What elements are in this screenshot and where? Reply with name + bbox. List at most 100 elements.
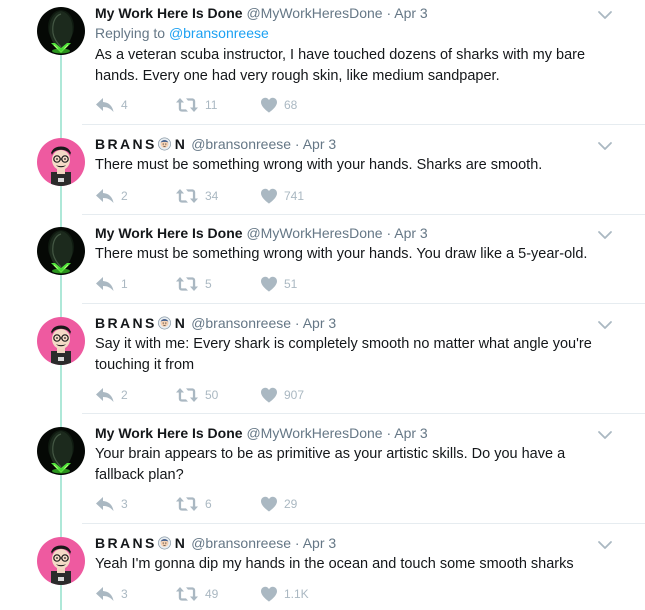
user-handle[interactable]: @MyWorkHeresDone xyxy=(246,5,382,21)
chevron-down-icon[interactable] xyxy=(597,538,613,550)
chevron-down-icon[interactable] xyxy=(597,318,613,330)
replying-to-mention[interactable]: @bransonreese xyxy=(169,25,269,41)
tweet-date[interactable]: Apr 3 xyxy=(303,535,336,551)
tweet-header: My Work Here Is Done @MyWorkHeresDone · … xyxy=(95,224,595,242)
tweet-actions: 2 34 741 xyxy=(95,186,395,206)
cartoon-man-avatar-icon[interactable] xyxy=(37,317,85,365)
like-button[interactable]: 68 xyxy=(260,95,297,115)
reply-icon xyxy=(95,188,115,204)
display-name[interactable]: BRANS N xyxy=(95,136,187,152)
like-button[interactable]: 1.1K xyxy=(260,584,309,604)
replying-to: Replying to @bransonreese xyxy=(95,23,595,43)
tweet: BRANS N @bransonreese · Apr 3 Say it with… xyxy=(0,314,645,414)
tweet-actions: 1 5 51 xyxy=(95,274,395,294)
tweet-date[interactable]: Apr 3 xyxy=(394,425,427,441)
tweet-text: There must be something wrong with your … xyxy=(95,157,543,173)
display-name-part: BRANS xyxy=(95,136,157,152)
separator-dot: · xyxy=(386,5,392,21)
display-name[interactable]: My Work Here Is Done xyxy=(95,425,243,441)
retweet-icon xyxy=(175,387,199,403)
retweet-button[interactable]: 6 xyxy=(175,494,212,514)
reply-icon xyxy=(95,586,115,602)
like-button[interactable]: 51 xyxy=(260,274,297,294)
heart-icon xyxy=(260,276,278,292)
user-handle[interactable]: @bransonreese xyxy=(191,315,291,331)
like-button[interactable]: 741 xyxy=(260,186,304,206)
reply-icon xyxy=(95,97,115,113)
chevron-down-icon[interactable] xyxy=(597,8,613,20)
reply-count: 2 xyxy=(121,388,128,402)
chevron-down-icon[interactable] xyxy=(597,228,613,240)
tweet-date[interactable]: Apr 3 xyxy=(394,5,427,21)
divider xyxy=(82,523,645,524)
separator-dot: · xyxy=(294,535,300,551)
tweet-actions: 3 49 1.1K xyxy=(95,584,395,604)
retweet-count: 6 xyxy=(205,497,212,511)
tweet-content: My Work Here Is Done @MyWorkHeresDone · … xyxy=(95,4,595,86)
reply-icon xyxy=(95,276,115,292)
reply-button[interactable]: 3 xyxy=(95,584,128,604)
separator-dot: · xyxy=(294,315,300,331)
cartoon-man-avatar-icon[interactable] xyxy=(37,537,85,585)
reply-button[interactable]: 2 xyxy=(95,385,128,405)
retweet-button[interactable]: 34 xyxy=(175,186,218,206)
reply-button[interactable]: 1 xyxy=(95,274,128,294)
display-name[interactable]: BRANS N xyxy=(95,315,187,331)
cartoon-man-avatar-icon[interactable] xyxy=(37,138,85,186)
user-handle[interactable]: @bransonreese xyxy=(191,136,291,152)
heart-icon xyxy=(260,496,278,512)
retweet-count: 11 xyxy=(205,98,218,112)
tweet-date[interactable]: Apr 3 xyxy=(394,225,427,241)
reply-count: 1 xyxy=(121,277,128,291)
chevron-down-icon[interactable] xyxy=(597,428,613,440)
reply-count: 3 xyxy=(121,497,128,511)
tweet: My Work Here Is Done @MyWorkHeresDone · … xyxy=(0,4,645,114)
alien-avatar-icon[interactable] xyxy=(37,427,85,475)
reply-button[interactable]: 4 xyxy=(95,95,128,115)
retweet-button[interactable]: 49 xyxy=(175,584,218,604)
tweet-date[interactable]: Apr 3 xyxy=(303,136,336,152)
tweet-content: BRANS N @bransonreese · Apr 3 Yeah I'm go… xyxy=(95,534,595,575)
like-button[interactable]: 907 xyxy=(260,385,304,405)
alien-avatar-icon[interactable] xyxy=(37,7,85,55)
like-count: 907 xyxy=(284,388,305,402)
like-count: 68 xyxy=(284,98,298,112)
reply-count: 3 xyxy=(121,587,128,601)
like-count: 1.1K xyxy=(284,587,309,601)
divider xyxy=(82,413,645,414)
heart-icon xyxy=(260,188,278,204)
alien-avatar-icon[interactable] xyxy=(37,227,85,275)
divider xyxy=(82,214,645,215)
retweet-button[interactable]: 11 xyxy=(175,95,217,115)
user-handle[interactable]: @MyWorkHeresDone xyxy=(246,225,382,241)
display-name[interactable]: BRANS N xyxy=(95,535,187,551)
user-handle[interactable]: @MyWorkHeresDone xyxy=(246,425,382,441)
tweet-content: My Work Here Is Done @MyWorkHeresDone · … xyxy=(95,424,595,485)
reply-icon xyxy=(95,387,115,403)
retweet-icon xyxy=(175,496,199,512)
heart-icon xyxy=(260,97,278,113)
retweet-count: 5 xyxy=(205,277,212,291)
reply-count: 2 xyxy=(121,189,128,203)
display-name[interactable]: My Work Here Is Done xyxy=(95,5,243,21)
reply-button[interactable]: 3 xyxy=(95,494,128,514)
display-name-part: BRANS xyxy=(95,535,157,551)
retweet-button[interactable]: 50 xyxy=(175,385,218,405)
tweet-text: Yeah I'm gonna dip my hands in the ocean… xyxy=(95,556,574,572)
reply-button[interactable]: 2 xyxy=(95,186,128,206)
display-name[interactable]: My Work Here Is Done xyxy=(95,225,243,241)
retweet-count: 50 xyxy=(205,388,219,402)
user-handle[interactable]: @bransonreese xyxy=(191,535,291,551)
tweet-actions: 3 6 29 xyxy=(95,494,395,514)
astronaut-emoji-icon xyxy=(157,136,172,151)
tweet-content: BRANS N @bransonreese · Apr 3 Say it with… xyxy=(95,314,595,375)
chevron-down-icon[interactable] xyxy=(597,139,613,151)
tweet-text: Your brain appears to be as primitive as… xyxy=(95,446,566,483)
replying-to-label: Replying to xyxy=(95,25,166,41)
retweet-button[interactable]: 5 xyxy=(175,274,212,294)
retweet-count: 34 xyxy=(205,189,219,203)
display-name-part: BRANS xyxy=(95,315,157,331)
like-button[interactable]: 29 xyxy=(260,494,297,514)
tweet-date[interactable]: Apr 3 xyxy=(303,315,336,331)
tweet-content: BRANS N @bransonreese · Apr 3 There must … xyxy=(95,135,595,176)
